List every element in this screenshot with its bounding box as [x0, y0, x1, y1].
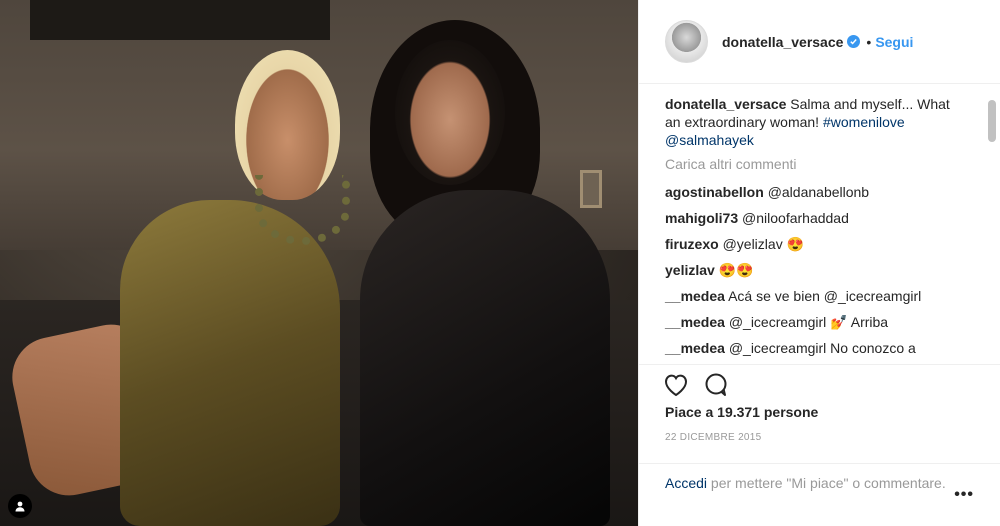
photo-person-right-head	[395, 40, 505, 185]
comment-username[interactable]: agostinabellon	[665, 184, 764, 200]
likes-count[interactable]: Piace a 19.371 persone	[665, 404, 818, 420]
header-username[interactable]: donatella_versace	[722, 34, 843, 50]
comment-text: @_icecreamgirl 💅 Arriba	[728, 314, 889, 330]
follow-button[interactable]: Segui	[875, 34, 913, 50]
list-item: mahigoli73 @niloofarhaddad	[665, 209, 969, 227]
caption-mention[interactable]: @salmahayek	[665, 132, 754, 148]
photo-painting	[30, 0, 330, 40]
comment-username[interactable]: firuzexo	[665, 236, 719, 252]
list-item: agostinabellon @aldanabellonb	[665, 183, 969, 201]
comments-list[interactable]: donatella_versace Salma and myself... Wh…	[639, 85, 989, 363]
heart-icon[interactable]	[663, 373, 689, 402]
list-item: __medea @_icecreamgirl No conozco a	[665, 339, 969, 357]
photo-person-right-dress	[360, 190, 610, 526]
comment-text: @yelizlav 😍	[722, 236, 805, 252]
user-tag-icon[interactable]	[8, 494, 32, 518]
header-separator: •	[866, 33, 872, 50]
comment-text: @aldanabellonb	[767, 184, 870, 200]
comment-text: @niloofarhaddad	[742, 210, 849, 226]
post-caption: donatella_versace Salma and myself... Wh…	[665, 95, 969, 149]
login-prompt-text: per mettere "Mi piace" o commentare.	[707, 475, 946, 491]
caption-username[interactable]: donatella_versace	[665, 96, 786, 112]
comment-username[interactable]: __medea	[665, 288, 725, 304]
photo-person-left-dress	[120, 200, 340, 526]
comment-text: 😍😍	[718, 262, 754, 278]
comments-scrollbar[interactable]	[988, 100, 996, 142]
comment-username[interactable]: mahigoli73	[665, 210, 738, 226]
post-actions	[639, 364, 1000, 404]
list-item: yelizlav 😍😍	[665, 261, 969, 279]
list-item: firuzexo @yelizlav 😍	[665, 235, 969, 253]
comment-username[interactable]: yelizlav	[665, 262, 715, 278]
verified-badge-icon	[847, 35, 861, 48]
post-side-panel: donatella_versace • Segui donatella_vers…	[638, 0, 1000, 526]
load-more-comments-button[interactable]: Carica altri commenti	[665, 155, 969, 173]
comment-text: Acá se ve bien @_icecreamgirl	[728, 288, 922, 304]
avatar[interactable]	[665, 20, 708, 63]
list-item: __medea Acá se ve bien @_icecreamgirl	[665, 287, 969, 305]
more-options-icon[interactable]: •••	[954, 486, 974, 504]
comment-username[interactable]: __medea	[665, 340, 725, 356]
post-date: 22 DICEMBRE 2015	[665, 432, 762, 443]
comment-username[interactable]: __medea	[665, 314, 725, 330]
post-header: donatella_versace • Segui	[639, 0, 1000, 84]
login-link[interactable]: Accedi	[665, 475, 707, 491]
comment-text: @_icecreamgirl No conozco a	[728, 340, 916, 356]
photo-wall-frame	[580, 170, 602, 208]
comment-icon[interactable]	[703, 372, 729, 403]
photo-necklace	[255, 175, 350, 245]
list-item: __medea @_icecreamgirl 💅 Arriba	[665, 313, 969, 331]
post-photo[interactable]	[0, 0, 638, 526]
caption-hashtag[interactable]: #womenilove	[823, 114, 905, 130]
login-prompt: Accedi per mettere "Mi piace" o commenta…	[639, 463, 1000, 502]
